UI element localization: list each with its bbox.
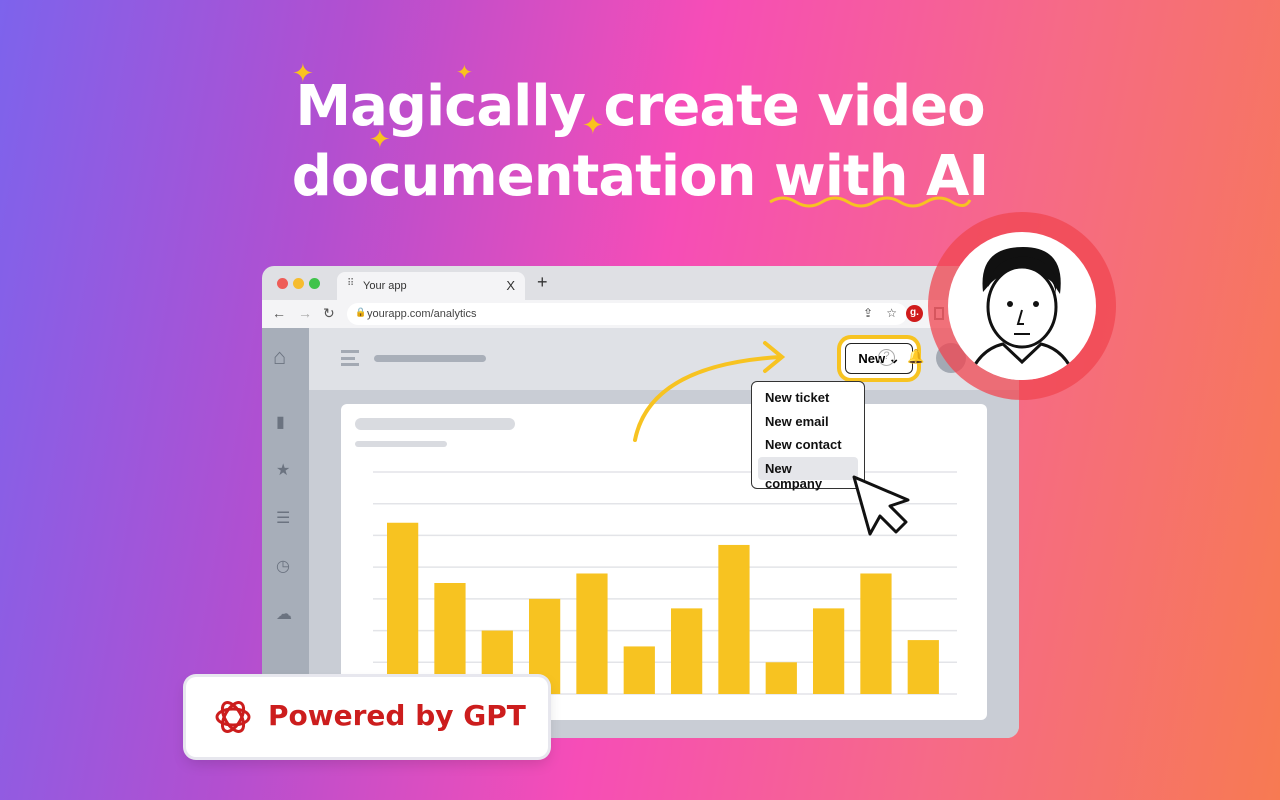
document-icon[interactable]: ▮: [276, 412, 285, 432]
folder-star-icon[interactable]: ★: [276, 460, 290, 480]
cloud-upload-icon[interactable]: ☁: [276, 604, 292, 624]
clock-icon[interactable]: ◷: [276, 556, 290, 576]
new-dropdown-menu: New ticket New email New contact New com…: [751, 381, 865, 491]
share-icon[interactable]: ⇪: [863, 306, 873, 320]
lock-icon: 🔒: [355, 307, 367, 317]
menu-icon[interactable]: [341, 350, 359, 366]
chart-bar: [576, 573, 608, 694]
tab-bar: ⠿ Your app X +: [262, 266, 1019, 300]
tab-close-button[interactable]: X: [506, 278, 515, 293]
minimize-window-button[interactable]: [293, 278, 304, 289]
sparkle-icon: ✦: [582, 110, 604, 140]
badge-label: Powered by GPT: [268, 699, 526, 732]
back-icon[interactable]: ←: [272, 305, 286, 321]
sparkle-icon: ✦: [292, 58, 314, 88]
address-bar[interactable]: 🔒 yourapp.com/analytics ⇪ ☆: [347, 303, 907, 325]
headline: Magically create video documentation wit…: [0, 72, 1280, 212]
menu-item-new-contact[interactable]: New contact: [758, 433, 858, 457]
title-placeholder: [374, 355, 486, 362]
chart-bar: [765, 662, 797, 694]
headline-line-2: documentation with AI: [0, 142, 1280, 212]
headline-line-1: Magically create video: [295, 74, 985, 139]
url-text: yourapp.com/analytics: [367, 308, 477, 320]
close-window-button[interactable]: [277, 278, 288, 289]
browser-tab[interactable]: ⠿ Your app X: [337, 272, 525, 300]
bell-icon[interactable]: 🔔: [907, 348, 924, 365]
openai-logo-icon: [215, 701, 251, 733]
sparkle-icon: ✦: [369, 124, 391, 154]
underline-squiggle: [769, 196, 972, 208]
chart-bar: [387, 522, 419, 694]
home-icon[interactable]: ⌂: [273, 344, 286, 370]
sparkle-icon: ✦: [456, 62, 473, 84]
powered-by-gpt-badge: Powered by GPT: [186, 677, 548, 757]
chart-bar: [813, 608, 845, 694]
presenter-avatar: [928, 212, 1116, 400]
tab-title: Your app: [363, 280, 407, 292]
chart-bar: [718, 544, 750, 694]
cartoon-man-illustration: [966, 247, 1078, 380]
clipboard-icon[interactable]: ☰: [276, 508, 290, 528]
forward-icon[interactable]: →: [298, 305, 312, 321]
navigation-bar: ← → ↻ 🔒 yourapp.com/analytics ⇪ ☆ g.: [262, 300, 1019, 328]
chart-bar: [907, 640, 939, 694]
bar-chart: [373, 471, 957, 695]
menu-item-new-ticket[interactable]: New ticket: [758, 386, 858, 410]
chart-bar: [671, 608, 703, 694]
new-tab-button[interactable]: +: [537, 272, 548, 293]
reload-icon[interactable]: ↻: [323, 305, 335, 322]
maximize-window-button[interactable]: [309, 278, 320, 289]
headline-text: documentation: [291, 144, 774, 209]
help-icon[interactable]: ?: [878, 349, 895, 366]
mouse-cursor-icon: [852, 475, 910, 536]
bookmark-star-icon[interactable]: ☆: [886, 306, 897, 320]
menu-item-new-email[interactable]: New email: [758, 410, 858, 434]
chart-card: [341, 404, 987, 720]
extension-icon[interactable]: g.: [906, 305, 923, 322]
chart-bar: [860, 573, 892, 694]
chart-bar: [623, 646, 655, 694]
menu-item-new-company[interactable]: New company: [758, 456, 858, 491]
apps-grid-icon: ⠿: [347, 278, 355, 289]
